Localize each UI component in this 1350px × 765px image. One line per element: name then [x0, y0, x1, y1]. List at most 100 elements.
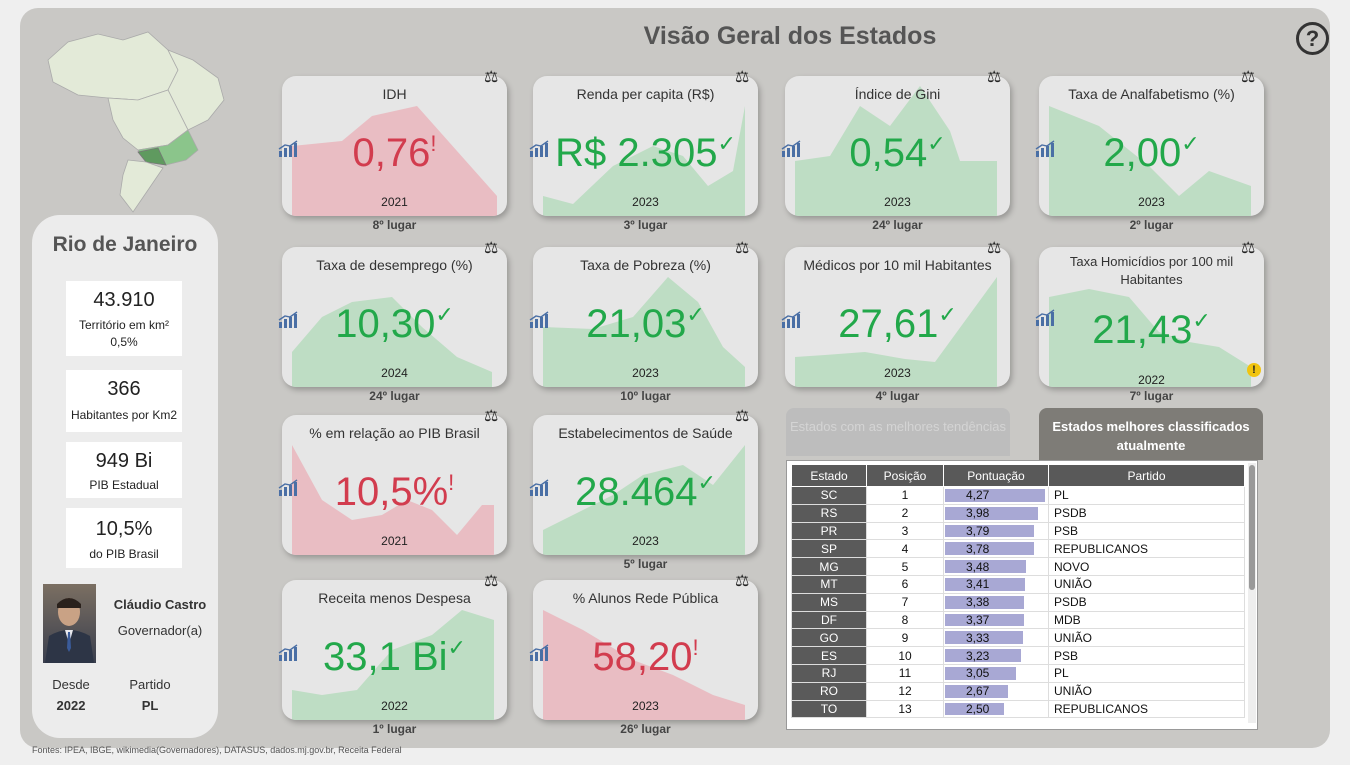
governor-photo — [43, 584, 96, 663]
stat-gdp-label: PIB Estadual — [89, 478, 159, 492]
cell-party: PSB — [1048, 646, 1245, 665]
state-sidebar: Rio de Janeiro 43.910 Território em km² … — [32, 215, 218, 738]
col-header-party[interactable]: Partido — [1048, 464, 1245, 487]
stat-territory-label: Território em km² — [78, 318, 169, 332]
cell-party: MDB — [1048, 610, 1245, 630]
compare-scale-icon[interactable]: ⚖ — [1241, 241, 1255, 257]
party-value: PL — [141, 698, 159, 713]
cell-state: DF — [791, 610, 867, 630]
col-header-state[interactable]: Estado — [791, 464, 867, 487]
compare-scale-icon[interactable]: ⚖ — [735, 241, 749, 257]
table-row[interactable]: MS 7 3,38 PSDB — [791, 592, 1245, 612]
kpi-card[interactable]: Estabelecimentos de Saúde 28.464✓ 2023 — [533, 415, 758, 555]
compare-scale-icon[interactable]: ⚖ — [484, 409, 498, 425]
table-row[interactable]: TO 13 2,50 REPUBLICANOS — [791, 699, 1245, 719]
table-row[interactable]: ES 10 3,23 PSB — [791, 646, 1245, 665]
ranking-table: Estado Posição Pontuação Partido SC 1 4,27… — [791, 464, 1245, 719]
kpi-card[interactable]: Taxa de Analfabetismo (%) 2,00✓ 2023 — [1039, 76, 1264, 216]
cell-state: MS — [791, 592, 867, 612]
table-row[interactable]: MG 5 3,48 NOVO — [791, 557, 1245, 576]
kpi-title: Índice de Gini — [854, 86, 941, 102]
kpi-card[interactable]: Renda per capita (R$) R$ 2.305✓ 2023 — [533, 76, 758, 216]
cell-party: PSDB — [1048, 592, 1245, 612]
kpi-card[interactable]: Receita menos Despesa 33,1 Bi✓ 2022 — [282, 580, 507, 720]
compare-scale-icon[interactable]: ⚖ — [735, 574, 749, 590]
table-row[interactable]: SC 1 4,27 PL — [791, 486, 1245, 505]
trend-chart-icon[interactable] — [1035, 309, 1055, 327]
table-row[interactable]: DF 8 3,37 MDB — [791, 610, 1245, 630]
score-text: 3,38 — [966, 595, 990, 610]
kpi-value: 21,03✓ — [533, 304, 758, 345]
kpi-year: 2023 — [884, 195, 911, 209]
table-row[interactable]: MT 6 3,41 UNIÃO — [791, 574, 1245, 594]
trend-chart-icon[interactable] — [529, 479, 549, 497]
compare-scale-icon[interactable]: ⚖ — [484, 241, 498, 257]
compare-scale-icon[interactable]: ⚖ — [735, 70, 749, 86]
kpi-card[interactable]: Índice de Gini 0,54✓ 2023 — [785, 76, 1010, 216]
cell-position: 12 — [866, 681, 944, 701]
compare-scale-icon[interactable]: ⚖ — [484, 70, 498, 86]
cell-position: 9 — [866, 628, 944, 648]
col-header-score[interactable]: Pontuação — [943, 464, 1049, 487]
compare-scale-icon[interactable]: ⚖ — [1241, 70, 1255, 86]
trend-chart-icon[interactable] — [781, 311, 801, 329]
stat-density-value: 366 — [107, 378, 141, 400]
cell-state: MG — [791, 557, 867, 576]
trend-chart-icon[interactable] — [529, 311, 549, 329]
warning-icon[interactable]: ! — [1247, 363, 1261, 377]
kpi-card[interactable]: Taxa de desemprego (%) 10,30✓ 2024 — [282, 247, 507, 387]
trend-chart-icon[interactable] — [529, 644, 549, 662]
table-row[interactable]: SP 4 3,78 REPUBLICANOS — [791, 539, 1245, 559]
kpi-card[interactable]: % em relação ao PIB Brasil 10,5%! 2021 — [282, 415, 507, 555]
table-scrollbar-thumb[interactable] — [1249, 465, 1255, 590]
table-row[interactable]: RJ 11 3,05 PL — [791, 663, 1245, 683]
brazil-map[interactable] — [28, 20, 228, 215]
trend-chart-icon[interactable] — [529, 140, 549, 158]
trend-chart-icon[interactable] — [278, 140, 298, 158]
trend-chart-icon[interactable] — [1035, 140, 1055, 158]
score-text: 2,50 — [966, 701, 990, 716]
trend-chart-icon[interactable] — [278, 644, 298, 662]
kpi-year: 2022 — [381, 699, 408, 713]
trend-chart-icon[interactable] — [278, 479, 298, 497]
ranking-table-container: Estado Posição Pontuação Partido SC 1 4,27… — [786, 460, 1258, 730]
table-row[interactable]: GO 9 3,33 UNIÃO — [791, 628, 1245, 648]
compare-scale-icon[interactable]: ⚖ — [987, 241, 1001, 257]
table-row[interactable]: RS 2 3,98 PSDB — [791, 503, 1245, 523]
compare-scale-icon[interactable]: ⚖ — [987, 70, 1001, 86]
kpi-card[interactable]: Médicos por 10 mil Habitantes 27,61✓ 2023 — [785, 247, 1010, 387]
check-mark-icon: ✓ — [938, 302, 957, 327]
kpi-rank: 7º lugar — [1129, 389, 1174, 403]
table-scrollbar[interactable] — [1248, 463, 1256, 723]
kpi-card[interactable]: Taxa de Pobreza (%) 21,03✓ 2023 — [533, 247, 758, 387]
kpi-title: Taxa de Pobreza (%) — [580, 257, 711, 273]
kpi-rank: 10º lugar — [620, 389, 671, 403]
trend-chart-icon[interactable] — [278, 311, 298, 329]
kpi-card[interactable]: % Alunos Rede Pública 58,20! 2023 — [533, 580, 758, 720]
table-row[interactable]: RO 12 2,67 UNIÃO — [791, 681, 1245, 701]
since-label: Desde — [52, 677, 90, 692]
kpi-rank: 5º lugar — [623, 557, 668, 571]
cell-score: 4,27 — [943, 486, 1049, 505]
compare-scale-icon[interactable]: ⚖ — [735, 409, 749, 425]
party-label: Partido — [129, 677, 171, 692]
kpi-card[interactable]: Taxa Homicídios por 100 mil Habitantes 21… — [1039, 247, 1264, 387]
cell-position: 2 — [866, 503, 944, 523]
kpi-rank: 24º lugar — [369, 389, 420, 403]
kpi-year: 2021 — [381, 195, 408, 209]
cell-score: 3,05 — [943, 663, 1049, 683]
compare-scale-icon[interactable]: ⚖ — [484, 574, 498, 590]
col-header-position[interactable]: Posição — [866, 464, 944, 487]
trend-chart-icon[interactable] — [781, 140, 801, 158]
tab-best-trends[interactable]: Estados com as melhores tendências — [786, 408, 1010, 456]
kpi-year: 2023 — [632, 534, 659, 548]
kpi-card[interactable]: IDH 0,76! 2021 — [282, 76, 507, 216]
table-row[interactable]: PR 3 3,79 PSB — [791, 521, 1245, 541]
kpi-rank: 26º lugar — [620, 722, 671, 736]
tab-best-ranked[interactable]: Estados melhores classificados atualment… — [1039, 408, 1263, 460]
cell-position: 8 — [866, 610, 944, 630]
help-icon[interactable]: ? — [1296, 22, 1329, 55]
stat-gdp-share: 10,5% do PIB Brasil — [66, 508, 182, 568]
kpi-value-text: 0,54 — [849, 131, 928, 175]
kpi-rank: 4º lugar — [875, 389, 920, 403]
